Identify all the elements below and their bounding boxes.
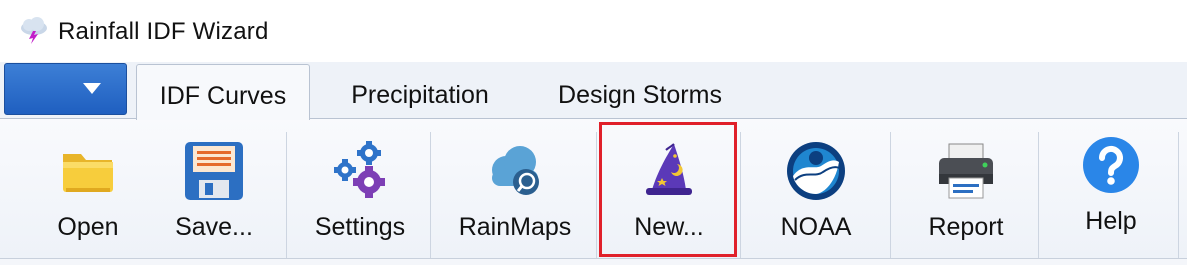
- ribbon-separator: [890, 132, 891, 260]
- ribbon-separator: [430, 132, 431, 260]
- rainmaps-label: RainMaps: [458, 213, 572, 241]
- report-button[interactable]: Report: [905, 120, 1027, 260]
- tab-idf-curves[interactable]: IDF Curves: [136, 64, 310, 120]
- highlight-box: [599, 122, 737, 257]
- help-icon: [1083, 137, 1139, 193]
- tab-precipitation[interactable]: Precipitation: [325, 64, 515, 118]
- folder-icon: [63, 154, 113, 192]
- help-button[interactable]: Help: [1058, 120, 1164, 260]
- noaa-label: NOAA: [780, 213, 852, 241]
- open-button[interactable]: Open: [40, 120, 136, 260]
- open-label: Open: [57, 213, 119, 241]
- title-bar: Rainfall IDF Wizard: [0, 0, 1187, 62]
- save-label: Save...: [175, 213, 253, 241]
- report-label: Report: [928, 213, 1004, 241]
- ribbon-separator: [1178, 132, 1179, 260]
- floppy-disk-icon: [185, 142, 243, 200]
- ribbon-separator: [740, 132, 741, 260]
- ribbon-bottom-edge: [0, 258, 1187, 265]
- window-title: Rainfall IDF Wizard: [58, 18, 269, 45]
- rainmaps-button[interactable]: RainMaps: [445, 120, 585, 260]
- app-menu-button[interactable]: [4, 63, 127, 115]
- storm-cloud-icon: [21, 17, 47, 44]
- save-button[interactable]: Save...: [162, 120, 266, 260]
- ribbon-separator: [286, 132, 287, 260]
- cloud-search-icon: [492, 146, 539, 195]
- gears-icon: [334, 141, 385, 198]
- dropdown-arrow-icon: [83, 83, 101, 94]
- tab-design-storms[interactable]: Design Storms: [540, 64, 740, 118]
- ribbon-separator: [1038, 132, 1039, 260]
- noaa-logo-icon: [787, 142, 845, 200]
- noaa-button[interactable]: NOAA: [755, 120, 877, 260]
- ribbon-separator: [596, 132, 597, 260]
- help-label: Help: [1085, 207, 1137, 235]
- printer-icon: [939, 143, 993, 199]
- settings-label: Settings: [314, 213, 406, 241]
- settings-button[interactable]: Settings: [300, 120, 420, 260]
